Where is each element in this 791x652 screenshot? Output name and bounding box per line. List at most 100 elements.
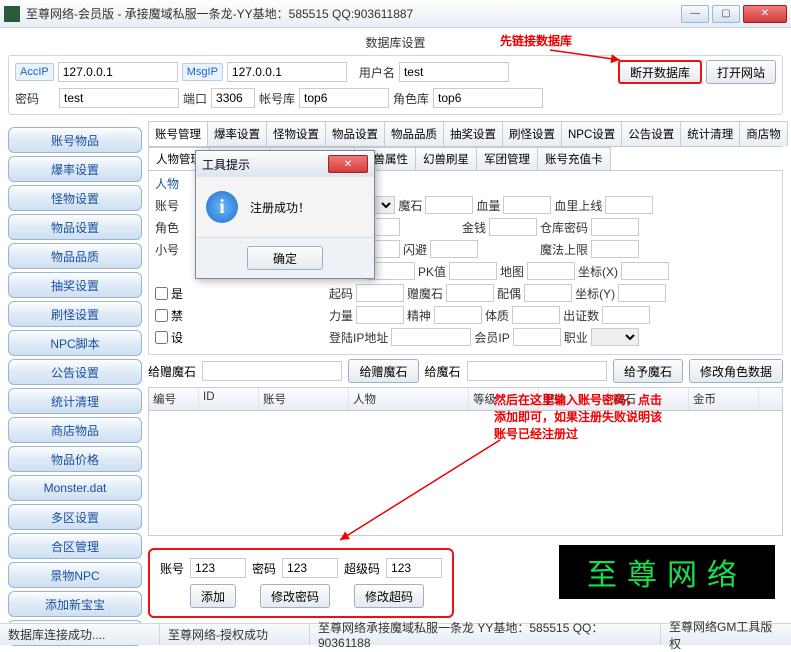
- user-input[interactable]: [399, 62, 509, 82]
- sidebar-item-16[interactable]: 添加新宝宝: [8, 591, 142, 617]
- main-tab-7[interactable]: NPC设置: [561, 121, 622, 146]
- sidebar-item-14[interactable]: 合区管理: [8, 533, 142, 559]
- accip-input[interactable]: [58, 62, 178, 82]
- sidebar-item-12[interactable]: Monster.dat: [8, 475, 142, 501]
- reg-pwd-input[interactable]: [282, 558, 338, 578]
- modal-ok-button[interactable]: 确定: [247, 246, 323, 270]
- job-label: 职业: [564, 329, 588, 346]
- cert-label: 出证数: [563, 307, 599, 324]
- col-2[interactable]: 账号: [259, 388, 349, 410]
- main-tab-10[interactable]: 商店物: [739, 121, 788, 146]
- sidebar-item-3[interactable]: 物品设置: [8, 214, 142, 240]
- pwd-input[interactable]: [59, 88, 179, 108]
- reg-super-label: 超级码: [344, 560, 380, 577]
- main-tab-8[interactable]: 公告设置: [621, 121, 681, 146]
- sidebar-item-5[interactable]: 抽奖设置: [8, 272, 142, 298]
- close-button[interactable]: ✕: [743, 5, 787, 23]
- sidebar-item-0[interactable]: 账号物品: [8, 127, 142, 153]
- sub-tab-5[interactable]: 军团管理: [476, 147, 538, 170]
- reg-acc-input[interactable]: [190, 558, 246, 578]
- port-label: 端口: [183, 90, 207, 107]
- give-ms-button[interactable]: 给予魔石: [613, 359, 683, 383]
- port-input[interactable]: [211, 88, 255, 108]
- open-site-button[interactable]: 打开网站: [706, 60, 776, 84]
- hpmax-input[interactable]: [605, 196, 653, 214]
- magicmax-input[interactable]: [591, 240, 639, 258]
- moshi-input[interactable]: [425, 196, 473, 214]
- annotation-mid: 然后在这里输入账号密码，点击添加即可，如果注册失败说明该账号已经注册过: [494, 392, 664, 442]
- moshi-label: 魔石: [398, 197, 422, 214]
- add-button[interactable]: 添加: [190, 584, 236, 608]
- sidebar-item-2[interactable]: 怪物设置: [8, 185, 142, 211]
- sidebar-item-13[interactable]: 多区设置: [8, 504, 142, 530]
- reg-pwd-label: 密码: [252, 560, 276, 577]
- coordx-input[interactable]: [621, 262, 669, 280]
- sub-tab-4[interactable]: 幻兽刷星: [415, 147, 477, 170]
- money-input[interactable]: [489, 218, 537, 236]
- memberip-input[interactable]: [513, 328, 561, 346]
- disconnect-db-button[interactable]: 断开数据库: [618, 60, 702, 84]
- maximize-button[interactable]: ▢: [712, 5, 740, 23]
- accdb-input[interactable]: [299, 88, 389, 108]
- main-tab-9[interactable]: 统计清理: [680, 121, 740, 146]
- minimize-button[interactable]: —: [681, 5, 709, 23]
- col-3[interactable]: 人物: [349, 388, 469, 410]
- coordy-input[interactable]: [618, 284, 666, 302]
- connection-group: AccIP MsgIP 用户名 断开数据库 打开网站 密码 端口 帐号库 角色库: [8, 55, 783, 115]
- give-ms-input[interactable]: [467, 361, 607, 381]
- col-1[interactable]: ID: [199, 388, 259, 410]
- give-giftms-label: 给赠魔石: [148, 363, 196, 380]
- table-body[interactable]: [149, 411, 782, 535]
- main-tab-0[interactable]: 账号管理: [148, 121, 208, 146]
- col-7[interactable]: 金币: [689, 388, 759, 410]
- con-label: 体质: [485, 307, 509, 324]
- dodge-input[interactable]: [430, 240, 478, 258]
- give-giftms-button[interactable]: 给赠魔石: [348, 359, 418, 383]
- main-tab-5[interactable]: 抽奖设置: [443, 121, 503, 146]
- sidebar-item-7[interactable]: NPC脚本: [8, 330, 142, 356]
- power-input[interactable]: [356, 306, 404, 324]
- sidebar-item-8[interactable]: 公告设置: [8, 359, 142, 385]
- sub-tab-6[interactable]: 账号充值卡: [537, 147, 611, 170]
- loginip-input[interactable]: [391, 328, 471, 346]
- map-input[interactable]: [527, 262, 575, 280]
- msgip-input[interactable]: [227, 62, 347, 82]
- main-tabs: 账号管理爆率设置怪物设置物品设置物品品质抽奖设置刷怪设置NPC设置公告设置统计清…: [148, 121, 783, 147]
- main-tab-3[interactable]: 物品设置: [325, 121, 385, 146]
- main-tab-2[interactable]: 怪物设置: [266, 121, 326, 146]
- coordx-label: 坐标(X): [578, 263, 618, 280]
- msgip-label: MsgIP: [182, 63, 223, 81]
- job-select[interactable]: [591, 328, 639, 346]
- main-tab-4[interactable]: 物品品质: [384, 121, 444, 146]
- main-tab-1[interactable]: 爆率设置: [207, 121, 267, 146]
- sidebar-item-6[interactable]: 刷怪设置: [8, 301, 142, 327]
- mod-role-button[interactable]: 修改角色数据: [689, 359, 783, 383]
- action-bar: 给赠魔石 给赠魔石 给魔石 给予魔石 修改角色数据: [148, 359, 783, 383]
- spirit-input[interactable]: [434, 306, 482, 324]
- col-0[interactable]: 编号: [149, 388, 199, 410]
- mate-input[interactable]: [524, 284, 572, 302]
- main-tab-6[interactable]: 刷怪设置: [502, 121, 562, 146]
- forbid-check[interactable]: 禁: [155, 307, 183, 324]
- mod-pwd-button[interactable]: 修改密码: [260, 584, 330, 608]
- modal-close-button[interactable]: ✕: [328, 155, 368, 173]
- giftms-input[interactable]: [446, 284, 494, 302]
- cert-input[interactable]: [602, 306, 650, 324]
- hp-input[interactable]: [503, 196, 551, 214]
- sidebar-item-4[interactable]: 物品品质: [8, 243, 142, 269]
- storepwd-input[interactable]: [591, 218, 639, 236]
- sidebar-item-1[interactable]: 爆率设置: [8, 156, 142, 182]
- con-input[interactable]: [512, 306, 560, 324]
- pk-input[interactable]: [449, 262, 497, 280]
- is-check[interactable]: 是: [155, 285, 183, 302]
- set-check[interactable]: 设: [155, 329, 183, 346]
- startcode-input[interactable]: [356, 284, 404, 302]
- sidebar-item-15[interactable]: 景物NPC: [8, 562, 142, 588]
- sidebar-item-9[interactable]: 统计清理: [8, 388, 142, 414]
- give-giftms-input[interactable]: [202, 361, 342, 381]
- sidebar-item-10[interactable]: 商店物品: [8, 417, 142, 443]
- reg-super-input[interactable]: [386, 558, 442, 578]
- mod-super-button[interactable]: 修改超码: [354, 584, 424, 608]
- sidebar-item-11[interactable]: 物品价格: [8, 446, 142, 472]
- roledb-input[interactable]: [433, 88, 543, 108]
